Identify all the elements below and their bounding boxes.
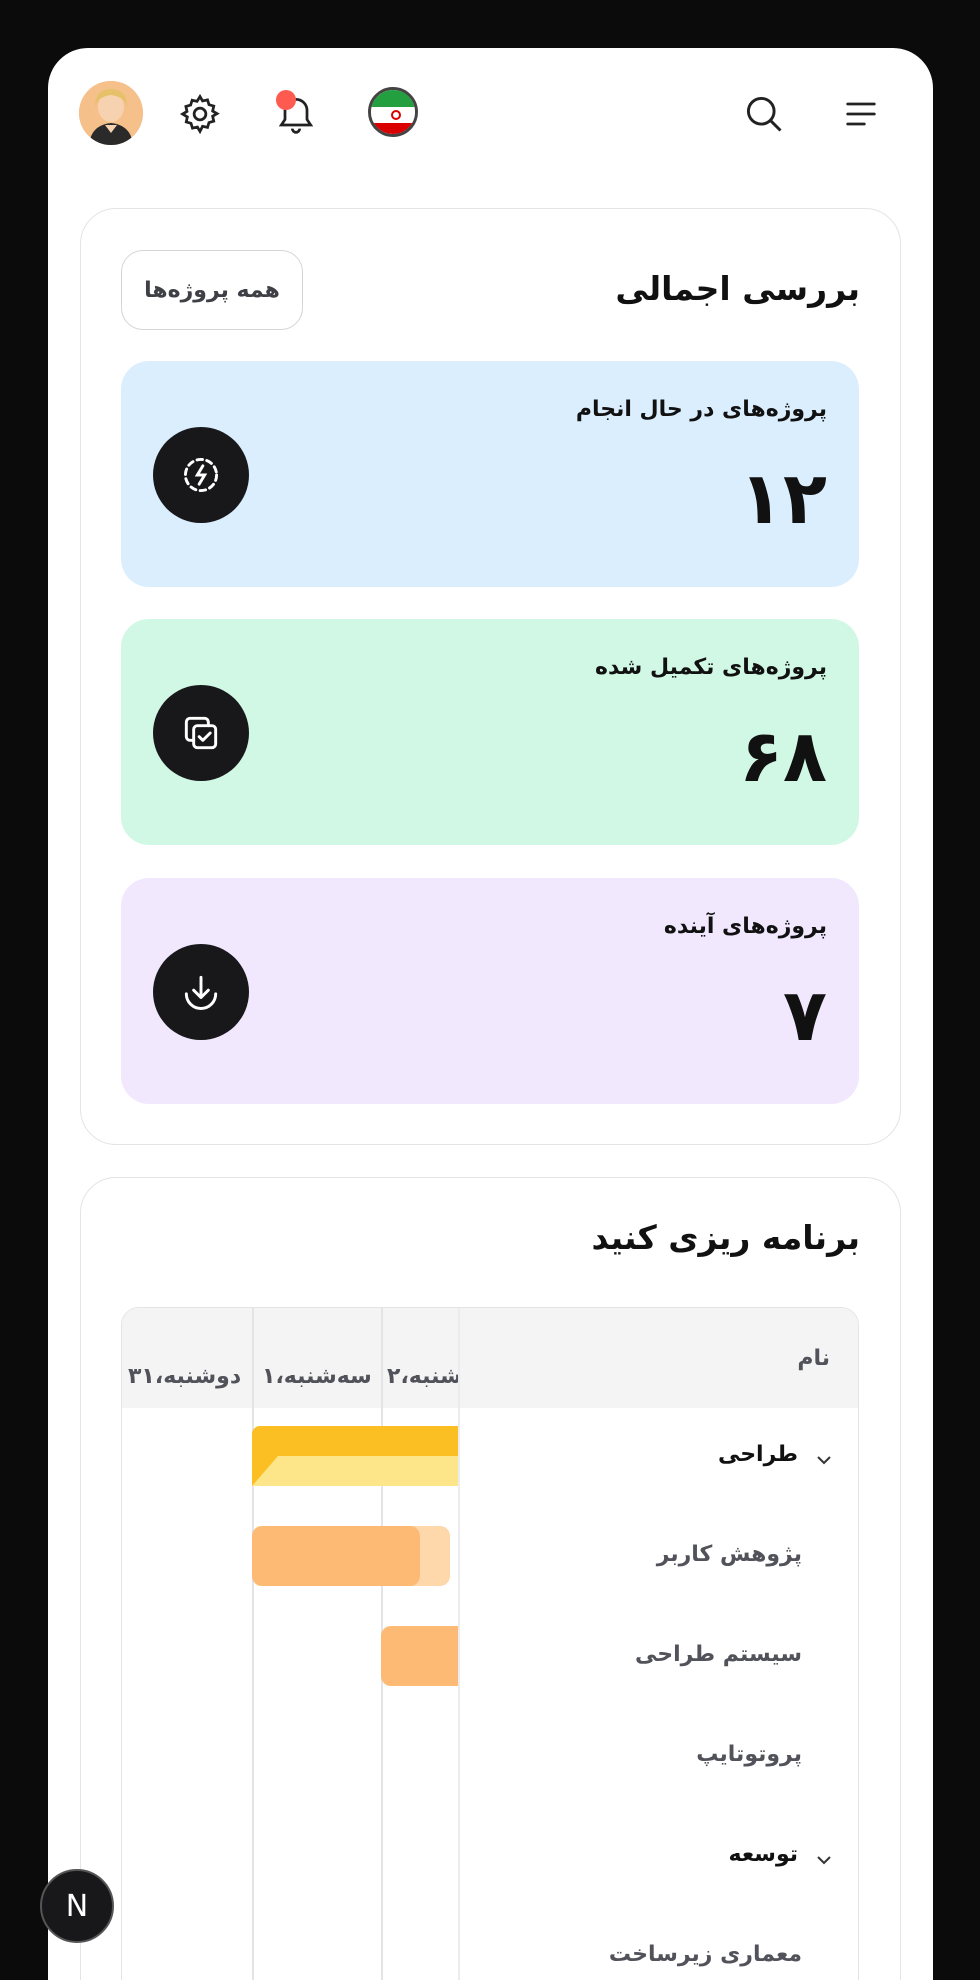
schedule-title: برنامه ریزی کنید [591,1218,860,1257]
gantt-chart: دوشنبه،۳۱ سه‌شنبه،۱ شنبه،۲ نام طراحی پژو… [121,1307,859,1980]
gantt-row-design-system[interactable]: سیستم طراحی [635,1642,802,1667]
app-screen: بررسی اجمالی همه پروژه‌ها پروژه‌های در ح… [48,48,933,1980]
gantt-bar-design-system[interactable] [381,1626,458,1686]
all-projects-button[interactable]: همه پروژه‌ها [121,250,303,330]
gantt-row-user-research[interactable]: پژوهش کاربر [657,1542,802,1567]
name-column-header: نام [797,1346,830,1371]
day-column-label: دوشنبه،۳۱ [128,1364,242,1389]
chevron-down-icon[interactable] [812,1448,836,1472]
gantt-row-prototype[interactable]: پروتوتایپ [696,1742,802,1767]
stat-card-completed[interactable]: پروژه‌های تکمیل شده ۶۸ [121,619,859,845]
gantt-row-development[interactable]: توسعه [729,1842,798,1867]
download-icon [153,944,249,1040]
gantt-row-design[interactable]: طراحی [718,1442,798,1467]
stat-value: ۷ [783,973,827,1057]
copy-check-icon [153,685,249,781]
day-column-label: سه‌شنبه،۱ [262,1364,372,1389]
overview-title: بررسی اجمالی [615,269,860,308]
search-icon[interactable] [734,84,794,144]
overview-card: بررسی اجمالی همه پروژه‌ها پروژه‌های در ح… [80,208,901,1145]
day-column-clip: شنبه،۲ [387,1364,458,1394]
top-bar [48,48,933,188]
column-divider [252,1308,254,1980]
stat-card-upcoming[interactable]: پروژه‌های آینده ۷ [121,878,859,1104]
stat-card-in-progress[interactable]: پروژه‌های در حال انجام ۱۲ [121,361,859,587]
column-divider [458,1308,460,1980]
gear-icon[interactable] [170,84,230,144]
gantt-bar-design[interactable] [252,1426,458,1456]
gantt-bar-user-research[interactable] [252,1526,420,1586]
gantt-bar-design-progress [252,1456,458,1486]
lightning-icon [153,427,249,523]
bell-icon[interactable] [266,84,326,144]
stat-label: پروژه‌های تکمیل شده [594,655,827,680]
day-column-label: شنبه،۲ [387,1364,458,1389]
notification-dot [276,90,296,110]
stat-value: ۱۲ [739,456,827,540]
stat-label: پروژه‌های آینده [663,914,827,939]
gantt-bar-notch [252,1456,278,1486]
fab-label: N [65,1888,89,1924]
avatar[interactable] [79,81,143,145]
menu-icon[interactable] [831,84,891,144]
stat-label: پروژه‌های در حال انجام [575,397,827,422]
gantt-row-infrastructure[interactable]: معماری زیرساخت [609,1942,802,1967]
stat-value: ۶۸ [739,714,827,798]
floating-action-button[interactable]: N [40,1869,114,1943]
iran-flag-icon[interactable] [368,87,418,137]
schedule-card: برنامه ریزی کنید دوشنبه،۳۱ سه‌شنبه،۱ شنب… [80,1177,901,1980]
chevron-down-icon[interactable] [812,1848,836,1872]
